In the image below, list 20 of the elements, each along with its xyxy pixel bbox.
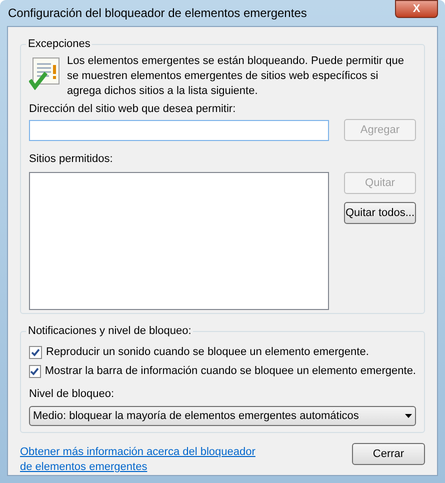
group-title: Notificaciones y nivel de bloqueo:: [26, 323, 194, 340]
checkbox[interactable]: [29, 365, 41, 378]
window-title: Configuración del bloqueador de elementos emergentes: [7, 5, 307, 22]
level-dropdown[interactable]: Medio: bloquear la mayoría de elementos emergentes automáticos: [29, 406, 416, 426]
help-link[interactable]: Obtener más información acerca del bloqueador de elementos emergentes: [20, 445, 270, 475]
info-message: Los elementos emergentes se están bloqueando. Puede permitir que se muestren elementos emergentes de sitios web específicos si agrega dichos sitios a la lista siguiente.: [67, 54, 405, 99]
checkbox[interactable]: [29, 346, 42, 359]
allowed-sites-label: Sitios permitidos:: [29, 152, 114, 167]
checkbox-label: Mostrar la barra de información cuando se bloquee un elemento emergente.: [44, 364, 416, 380]
checkbox-label: Reproducir un sonido cuando se bloquee un elemento emergente.: [46, 345, 369, 360]
address-label: Dirección del sitio web que desea permitir:: [29, 102, 237, 117]
allowed-sites-list[interactable]: [29, 172, 329, 310]
close-dialog-button[interactable]: Cerrar: [352, 443, 425, 465]
close-button[interactable]: X: [395, 0, 438, 18]
dropdown-arrow-icon: [405, 414, 412, 418]
remove-all-button[interactable]: Quitar todos...: [344, 202, 416, 224]
group-title: Excepciones: [26, 36, 92, 52]
warning-document-icon: [29, 56, 61, 90]
level-label: Nivel de bloqueo:: [29, 387, 116, 402]
address-field[interactable]: [29, 120, 329, 140]
